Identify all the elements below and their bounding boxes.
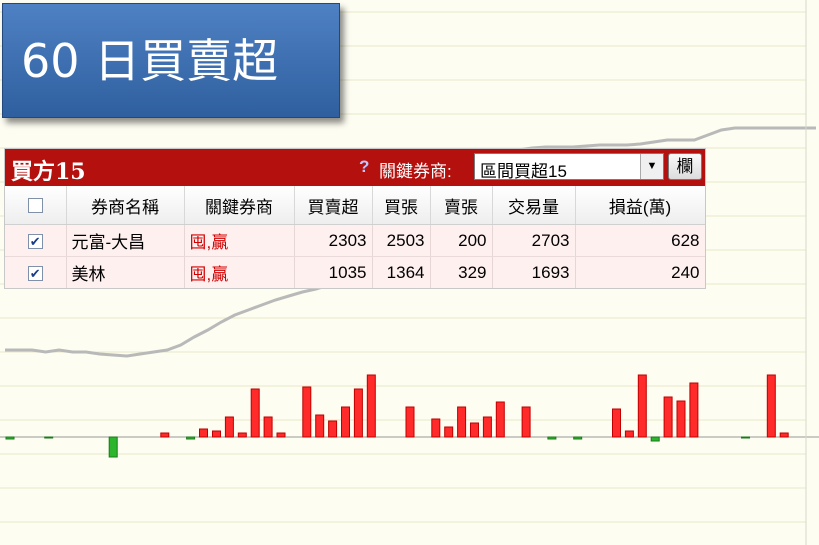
buy-bar	[624, 430, 634, 438]
buy-bar	[766, 374, 776, 438]
buy-bar	[663, 396, 673, 438]
panel-header: 買方15 ? 關鍵券商: 區間買超15 ▼ 欄	[5, 149, 705, 186]
volume-value: 1693	[492, 256, 576, 288]
key-broker-select[interactable]: 區間買超15 ▼	[474, 153, 664, 181]
sell-value: 200	[430, 224, 493, 257]
buy-bar	[521, 406, 531, 438]
key-broker-tag: 囤,贏	[184, 224, 295, 257]
row-checkbox[interactable]: ✔	[27, 265, 43, 281]
buy-bar	[637, 374, 647, 438]
buy-bar	[160, 432, 170, 438]
table-row[interactable]: ✔ 美林 囤,贏 1035 1364 329 1693 240	[5, 256, 705, 288]
page-title: 60 日買賣超	[2, 3, 340, 118]
column-header[interactable]: 買賣超	[294, 186, 373, 225]
key-broker-tag: 囤,贏	[184, 256, 295, 288]
column-header[interactable]: 關鍵券商	[184, 186, 295, 225]
panel-title: 買方15	[11, 159, 86, 185]
buy-bar	[276, 432, 286, 438]
buy-bar	[444, 426, 454, 438]
column-button[interactable]: 欄	[668, 153, 702, 180]
buy-bar	[482, 416, 492, 438]
buy-bar	[612, 408, 621, 438]
select-all-checkbox[interactable]	[27, 198, 43, 214]
buy-bar	[224, 416, 234, 438]
buy-bar	[495, 401, 505, 438]
buy-bar	[250, 388, 260, 438]
sell-bar	[573, 436, 583, 440]
broker-name: 元富-大昌	[66, 224, 185, 257]
sell-value: 329	[430, 256, 493, 288]
pnl-value: 240	[575, 256, 705, 288]
sell-bar	[108, 436, 118, 458]
row-checkbox[interactable]: ✔	[27, 233, 43, 249]
buy-bar	[263, 416, 273, 438]
sell-bar	[44, 436, 54, 439]
sell-bar	[5, 436, 15, 440]
select-all-checkbox-cell[interactable]	[5, 186, 67, 225]
buy-bar	[431, 418, 441, 438]
buy-bar	[689, 382, 699, 438]
buy-bar	[302, 386, 312, 438]
row-checkbox-cell[interactable]: ✔	[5, 256, 67, 288]
key-broker-label: 關鍵券商:	[379, 162, 452, 181]
buy-bar	[676, 400, 686, 438]
table-header-row: 券商名稱 關鍵券商 買賣超 買張 賣張 交易量 損益(萬)	[5, 186, 705, 225]
pnl-value: 628	[575, 224, 705, 257]
buy-bar	[457, 406, 467, 438]
volume-value: 2703	[492, 224, 576, 257]
column-header[interactable]: 買張	[372, 186, 431, 225]
buy-bar	[779, 432, 789, 438]
column-header[interactable]: 賣張	[430, 186, 493, 225]
chevron-down-icon[interactable]: ▼	[640, 154, 663, 179]
column-header[interactable]: 損益(萬)	[575, 186, 705, 225]
buy-bar	[470, 422, 479, 438]
net-buy-bars	[5, 374, 789, 458]
buy-bar	[315, 414, 325, 438]
column-header[interactable]: 券商名稱	[66, 186, 185, 225]
buy-bar	[341, 406, 350, 438]
broker-name: 美林	[66, 256, 185, 288]
buy-value: 1364	[372, 256, 431, 288]
buy-bar	[328, 420, 338, 438]
buy-value: 2503	[372, 224, 431, 257]
buy-bar	[405, 406, 415, 438]
buy-bar	[353, 388, 363, 438]
sell-bar	[650, 436, 660, 442]
table-row[interactable]: ✔ 元富-大昌 囤,贏 2303 2503 200 2703 628	[5, 224, 705, 257]
help-icon[interactable]: ?	[359, 157, 369, 177]
row-checkbox-cell[interactable]: ✔	[5, 224, 67, 257]
key-broker-select-value: 區間買超15	[480, 162, 567, 181]
sell-bar	[741, 436, 750, 439]
sell-bar	[547, 436, 557, 440]
sell-bar	[186, 436, 196, 440]
buy-bar	[366, 374, 376, 438]
buyer-panel: 買方15 ? 關鍵券商: 區間買超15 ▼ 欄 券商名稱 關鍵券商 買賣超 買張…	[4, 148, 706, 289]
buy-bar	[199, 428, 208, 438]
column-header[interactable]: 交易量	[492, 186, 576, 225]
net-value: 1035	[294, 256, 373, 288]
buy-bar	[237, 432, 247, 438]
buy-bar	[212, 430, 221, 438]
net-value: 2303	[294, 224, 373, 257]
broker-table: 券商名稱 關鍵券商 買賣超 買張 賣張 交易量 損益(萬) ✔ 元富-大昌 囤,…	[5, 186, 705, 288]
